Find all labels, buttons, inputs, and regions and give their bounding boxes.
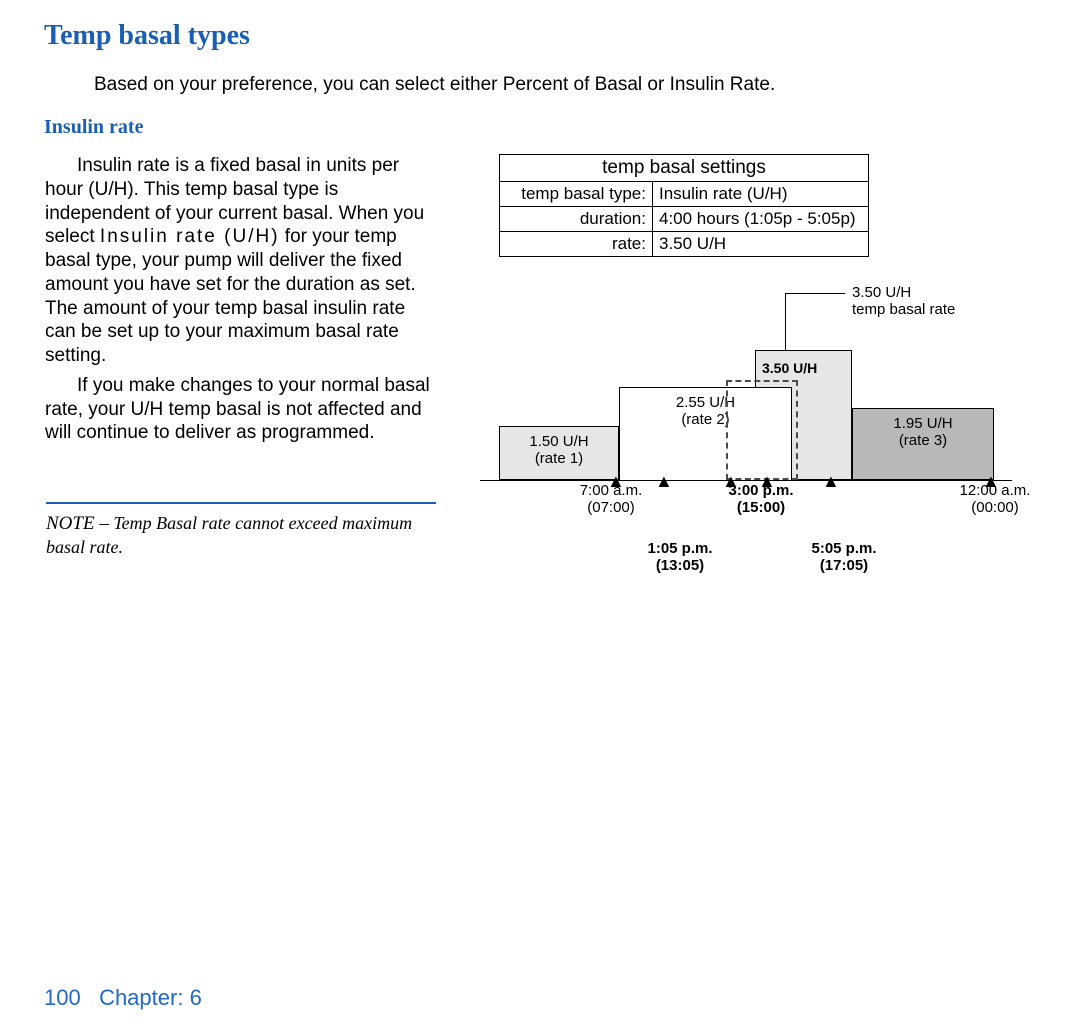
tick-105pm: 1:05 p.m. (13:05) [630,540,730,574]
basal-rate-chart: 3.50 U/H temp basal rate 3.50 U/H 1.50 U… [480,250,1040,600]
page-title: Temp basal types [44,20,250,52]
tick-secondary: (15:00) [737,499,785,516]
tick-3pm: 3:00 p.m. (15:00) [711,482,811,516]
paragraph-1: Insulin rate is a fixed basal in units p… [45,154,437,368]
note-divider [46,502,436,504]
note-block: NOTE – Temp Basal rate cannot exceed max… [46,512,438,558]
table-value-type: Insulin rate (U/H) [653,182,869,207]
tick-primary: 5:05 p.m. [811,540,876,557]
callout-line2: temp basal rate [852,301,955,318]
table-value-duration: 4:00 hours (1:05p - 5:05p) [653,207,869,232]
rate3-value: 1.95 U/H [893,415,952,432]
ui-term-insulin-rate: Insulin rate (U/H) [100,226,280,247]
tick-505pm: 5:05 p.m. (17:05) [794,540,894,574]
tick-7am: 7:00 a.m. (07:00) [566,482,656,516]
temp-basal-bar-label: 3.50 U/H [762,360,817,376]
callout-text: 3.50 U/H temp basal rate [852,284,955,319]
body-column: Insulin rate is a fixed basal in units p… [45,154,437,451]
tick-secondary: (07:00) [587,499,635,516]
intro-text: Based on your preference, you can select… [94,74,775,96]
table-label-type: temp basal type: [500,182,653,207]
tick-arrow-icon: ▲ [655,471,673,492]
rate3-name: (rate 3) [899,432,947,449]
tick-secondary: (13:05) [656,557,704,574]
rate1-bar: 1.50 U/H (rate 1) [499,426,619,480]
callout-leader-v [785,293,786,350]
rate2-name: (rate 2) [681,411,729,428]
note-lead: NOTE – [46,513,109,534]
callout-leader-h [785,293,845,294]
rate1-value: 1.50 U/H [529,433,588,450]
table-title: temp basal settings [500,155,869,182]
rate1-name: (rate 1) [535,450,583,467]
tick-arrow-icon: ▲ [822,471,840,492]
page-number: 100 [44,985,81,1010]
tick-secondary: (17:05) [820,557,868,574]
tick-primary: 3:00 p.m. [728,482,793,499]
paragraph-2: If you make changes to your normal basal… [45,374,437,445]
subheading-insulin-rate: Insulin rate [44,116,143,139]
temp-basal-overlap-box [726,380,798,480]
page-footer: 100 Chapter: 6 [44,985,202,1011]
rate3-bar: 1.95 U/H (rate 3) [852,408,994,480]
callout-line1: 3.50 U/H [852,284,911,301]
chapter-number: 6 [190,985,202,1010]
tick-primary: 1:05 p.m. [647,540,712,557]
tick-primary: 7:00 a.m. [580,482,643,499]
tick-12am: 12:00 a.m. (00:00) [940,482,1050,516]
temp-basal-settings-table: temp basal settings temp basal type: Ins… [499,154,869,257]
table-label-duration: duration: [500,207,653,232]
chapter-label: Chapter: [99,985,183,1010]
time-axis [480,480,1012,481]
tick-secondary: (00:00) [971,499,1019,516]
tick-primary: 12:00 a.m. [960,482,1031,499]
